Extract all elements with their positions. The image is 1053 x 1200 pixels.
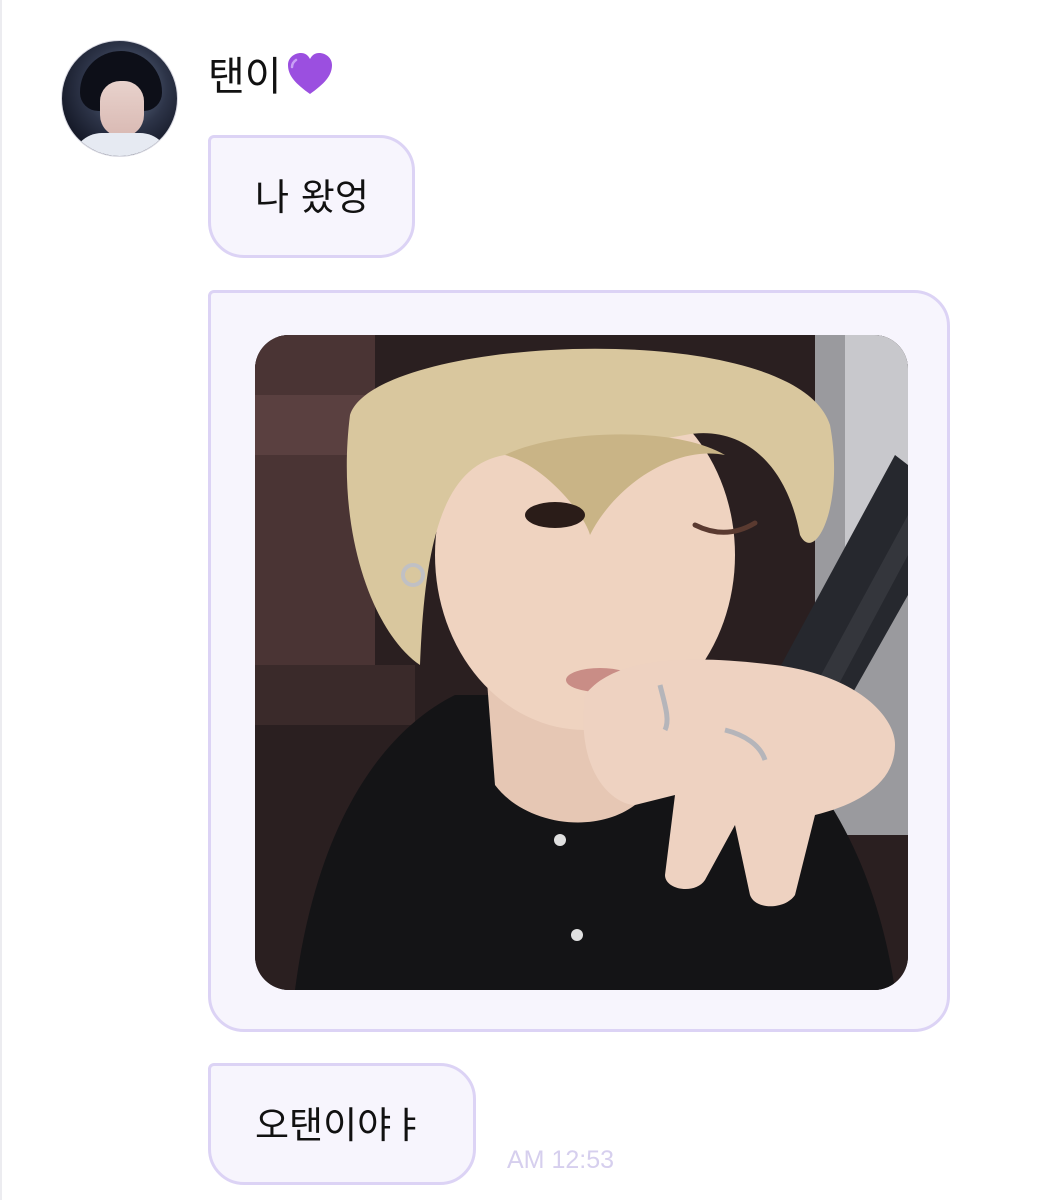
avatar-shirt — [72, 133, 170, 156]
sender-name-row: 탠이 — [208, 46, 334, 105]
message-timestamp: AM 12:53 — [507, 1146, 615, 1174]
sender-name: 탠이 — [208, 54, 282, 100]
avatar-face — [100, 81, 144, 137]
photo-message-bubble[interactable] — [208, 290, 950, 1032]
sender-avatar[interactable] — [61, 40, 178, 157]
message-text: 오탠이야ㅑ — [255, 1104, 426, 1147]
left-edge-divider — [0, 0, 2, 1200]
message-bubble[interactable]: 오탠이야ㅑ — [208, 1063, 476, 1185]
purple-heart-icon — [286, 52, 334, 111]
message-text: 나 왔엉 — [255, 176, 369, 219]
message-bubble[interactable]: 나 왔엉 — [208, 135, 415, 258]
selfie-photo[interactable] — [255, 335, 908, 990]
